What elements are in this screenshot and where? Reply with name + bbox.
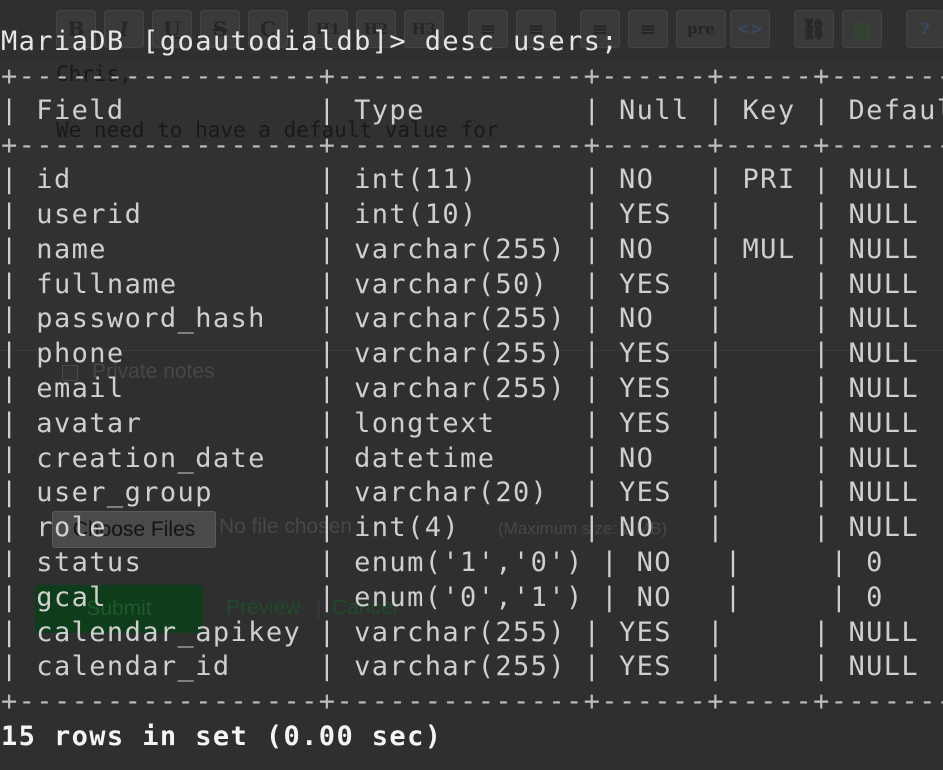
table-row: | gcal | enum('0','1') | NO | | 0 (1, 582, 884, 613)
command-prompt: MariaDB [goautodialdb]> desc users; (1, 26, 619, 57)
table-row: | avatar | longtext | YES | | NULL (1, 408, 920, 439)
table-border-bottom: +-----------------+--------------+------… (1, 686, 943, 717)
table-row: | name | varchar(255) | NO | MUL | NULL (1, 234, 920, 265)
table-row: | creation_date | datetime | NO | | NULL (1, 443, 920, 474)
table-row: | status | enum('1','0') | NO | | 0 (1, 547, 884, 578)
table-border-mid: +-----------------+--------------+------… (1, 130, 943, 161)
table-row: | fullname | varchar(50) | YES | | NULL (1, 269, 920, 300)
table-row: | password_hash | varchar(255) | NO | | … (1, 303, 920, 334)
screen: B I U S C H1 H2 H3 ≡ ≡ ≡ ≡ pre <> ⛓ ▦ ? … (0, 0, 943, 770)
table-row: | phone | varchar(255) | YES | | NULL (1, 338, 920, 369)
table-row: | calendar_apikey | varchar(255) | YES |… (1, 617, 920, 648)
table-row: | email | varchar(255) | YES | | NULL (1, 373, 920, 404)
table-row: | userid | int(10) | YES | | NULL (1, 199, 920, 230)
table-row: | calendar_id | varchar(255) | YES | | N… (1, 651, 920, 682)
table-row: | user_group | varchar(20) | YES | | NUL… (1, 477, 920, 508)
table-row: | id | int(11) | NO | PRI | NULL (1, 164, 920, 195)
result-summary: 15 rows in set (0.00 sec) (1, 721, 443, 752)
terminal-output[interactable]: MariaDB [goautodialdb]> desc users; +---… (0, 0, 943, 770)
table-header: | Field | Type | Null | Key | Default (1, 95, 943, 126)
table-row: | role | int(4) | NO | | NULL (1, 512, 920, 543)
table-border-top: +-----------------+--------------+------… (1, 61, 943, 92)
